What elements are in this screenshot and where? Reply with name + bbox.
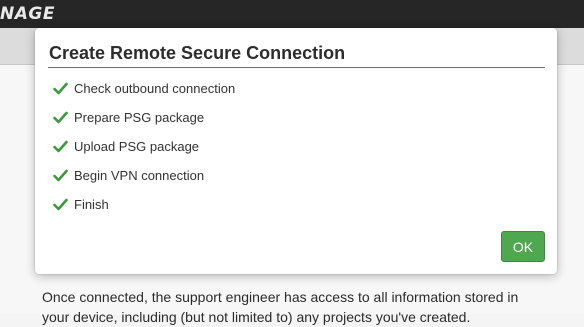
- step-label: Check outbound connection: [74, 81, 236, 96]
- step-label: Prepare PSG package: [74, 110, 205, 125]
- progress-steps-list: Check outbound connection Prepare PSG pa…: [53, 74, 235, 219]
- checkmark-icon: [53, 81, 68, 96]
- step-prepare-package: Prepare PSG package: [53, 103, 235, 132]
- step-label: Finish: [74, 197, 109, 212]
- support-notice-line: your device, including (but not limited …: [42, 309, 471, 325]
- app-header: NAGE: [0, 0, 584, 28]
- step-finish: Finish: [53, 190, 235, 219]
- dialog-title: Create Remote Secure Connection: [49, 43, 346, 63]
- dialog-divider: [48, 67, 545, 68]
- checkmark-icon: [53, 139, 68, 154]
- app-brand-logo: NAGE: [0, 4, 55, 24]
- support-notice-line: Once connected, the support engineer has…: [42, 289, 519, 305]
- step-label: Begin VPN connection: [74, 168, 205, 183]
- support-notice: Once connected, the support engineer has…: [42, 287, 582, 327]
- remote-connection-dialog: Create Remote Secure Connection Check ou…: [35, 28, 557, 274]
- checkmark-icon: [53, 168, 68, 183]
- step-label: Upload PSG package: [74, 139, 200, 154]
- step-upload-package: Upload PSG package: [53, 132, 235, 161]
- checkmark-icon: [53, 197, 68, 212]
- step-begin-vpn: Begin VPN connection: [53, 161, 235, 190]
- ok-button[interactable]: OK: [501, 231, 545, 262]
- checkmark-icon: [53, 110, 68, 125]
- step-check-outbound: Check outbound connection: [53, 74, 235, 103]
